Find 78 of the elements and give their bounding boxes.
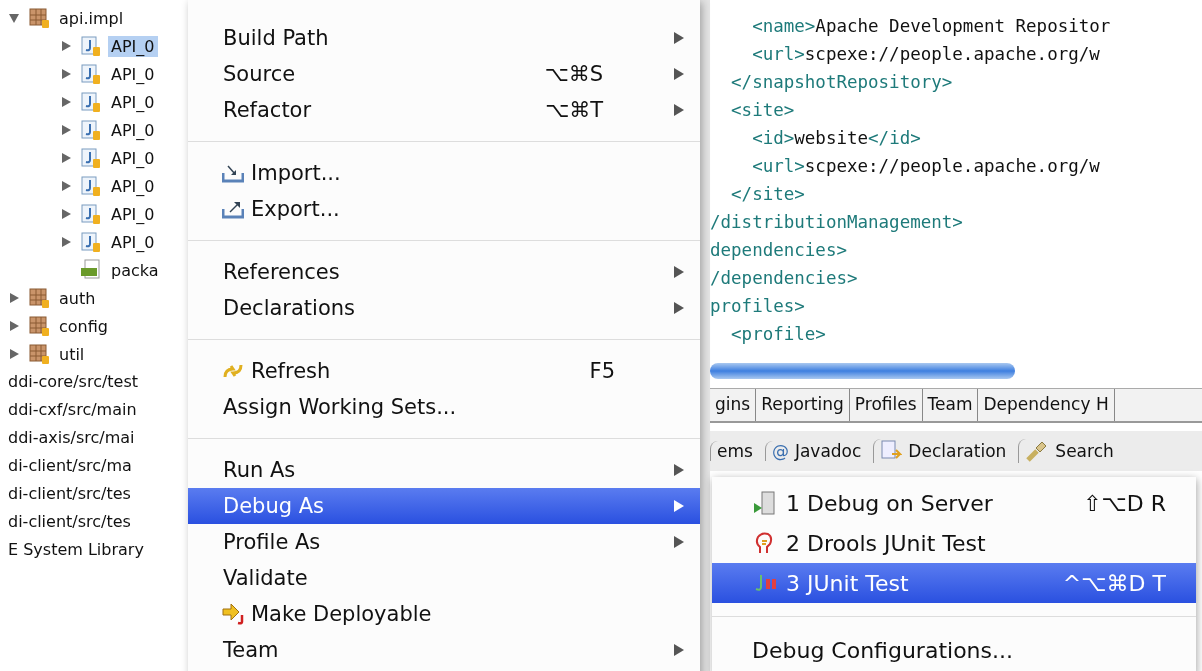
tree-item[interactable]: packa <box>108 259 162 281</box>
package-icon <box>28 287 50 309</box>
tree-item[interactable]: util <box>56 343 88 365</box>
menu-item[interactable]: Validate <box>188 560 700 596</box>
code-line: <url>scpexe://people.apache.org/w <box>751 43 1101 66</box>
view-tab[interactable]: ems <box>710 441 759 461</box>
view-tab[interactable]: Declaration <box>873 439 1013 463</box>
shortcut-label: F5 <box>589 359 615 383</box>
menu-item[interactable]: 1 Debug on Server ⇧⌥D R <box>712 483 1196 523</box>
import-icon <box>222 163 244 183</box>
tree-item[interactable]: API_0 <box>108 175 158 197</box>
view-tab[interactable]: Search <box>1018 439 1120 463</box>
code-line: <id>website</id> <box>751 127 922 150</box>
tree-item[interactable]: API_0 <box>108 231 158 253</box>
code-line: <site> <box>730 99 796 122</box>
menu-item[interactable]: References <box>188 254 700 290</box>
java-file-icon <box>80 147 102 169</box>
html-file-icon <box>80 259 102 281</box>
at-sign-icon: @ <box>771 441 789 461</box>
tree-item[interactable]: API_0 <box>108 203 158 225</box>
export-icon <box>222 199 244 219</box>
menu-item[interactable]: Refresh F5 <box>188 353 700 389</box>
editor-page-tab[interactable]: Reporting <box>756 389 850 421</box>
menu-item[interactable]: Profile As <box>188 524 700 560</box>
package-icon <box>28 7 50 29</box>
java-file-icon <box>80 91 102 113</box>
menu-item[interactable]: Run As <box>188 452 700 488</box>
java-file-icon <box>80 119 102 141</box>
menu-item[interactable]: 2 Drools JUnit Test <box>712 523 1196 563</box>
arrow-icon <box>222 603 246 625</box>
expand-arrow-icon[interactable] <box>8 12 22 24</box>
editor-page-tab[interactable]: Team <box>922 389 979 421</box>
code-line: profiles> <box>710 295 806 318</box>
menu-item[interactable]: Import... <box>188 155 700 191</box>
view-tab[interactable]: @ Javadoc <box>764 441 868 461</box>
menu-item[interactable]: Source ⌥⌘S <box>188 56 700 92</box>
tree-item[interactable]: API_0 <box>108 119 158 141</box>
tree-item[interactable]: API_0 <box>108 35 158 57</box>
java-file-icon <box>80 63 102 85</box>
package-icon <box>28 315 50 337</box>
code-line: /distributionManagement> <box>710 211 964 234</box>
editor-page-tab[interactable]: gins <box>710 389 757 421</box>
editor-page-tab[interactable]: Dependency H <box>978 389 1115 421</box>
code-line: dependencies> <box>710 239 848 262</box>
menu-item[interactable]: Debug Configurations... <box>712 630 1196 670</box>
menu-item[interactable]: Assign Working Sets... <box>188 389 700 425</box>
shortcut-label: ⌥⌘S <box>544 62 603 86</box>
tree-item[interactable]: api.impl <box>56 7 127 29</box>
tree-item[interactable]: API_0 <box>108 63 158 85</box>
code-line: <url>scpexe://people.apache.org/w <box>751 155 1101 178</box>
code-line: <profile> <box>730 323 827 346</box>
menu-item[interactable]: Debug As <box>188 488 700 524</box>
shortcut-label: ⌥⌘T <box>544 98 603 122</box>
code-line: </snapshotRepository> <box>730 71 954 94</box>
tree-item[interactable]: config <box>56 315 111 337</box>
menu-item[interactable]: Team <box>188 632 700 668</box>
tree-item[interactable]: API_0 <box>108 147 158 169</box>
java-file-icon <box>80 35 102 57</box>
package-icon <box>28 343 50 365</box>
menu-item[interactable]: Refactor ⌥⌘T <box>188 92 700 128</box>
code-line: </site> <box>730 183 806 206</box>
menu-item[interactable]: Export... <box>188 191 700 227</box>
scrollbar-thumb[interactable] <box>710 363 1015 379</box>
java-file-icon <box>80 231 102 253</box>
shortcut-label: ⇧⌥D R <box>1083 490 1166 516</box>
editor-page-tab[interactable]: Profiles <box>849 389 923 421</box>
menu-item[interactable]: Make Deployable <box>188 596 700 632</box>
menu-item[interactable]: Build Path <box>188 20 700 56</box>
java-file-icon <box>80 203 102 225</box>
java-file-icon <box>80 175 102 197</box>
tree-item[interactable]: auth <box>56 287 99 309</box>
shortcut-label: ^⌥⌘D T <box>1062 570 1166 596</box>
code-line: <name>Apache Development Repositor <box>751 15 1112 38</box>
menu-item[interactable]: Declarations <box>188 290 700 326</box>
tree-item[interactable]: API_0 <box>108 91 158 113</box>
menu-item[interactable]: 3 JUnit Test ^⌥⌘D T <box>712 563 1196 603</box>
server-icon <box>752 491 778 515</box>
code-line: /dependencies> <box>710 267 859 290</box>
